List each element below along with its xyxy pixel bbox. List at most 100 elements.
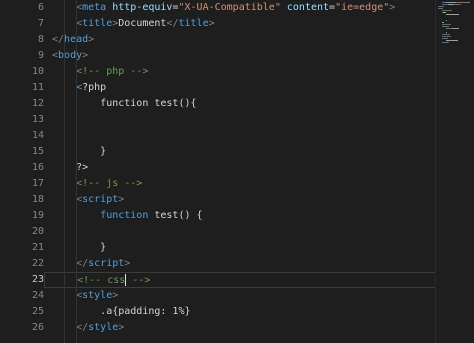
code-editor[interactable]: 6 7 8 9 10 11 12 13 14 15 16 17 18 19 20 21 22 23 24 25 26 <…: [0, 0, 474, 343]
token-attr: content: [286, 2, 330, 13]
line-number: 24: [31, 290, 44, 301]
token-attr: http-equiv: [112, 2, 173, 13]
token-comment: <!-- php -->: [76, 66, 149, 77]
token-punc: >: [112, 290, 119, 301]
line-number: 14: [31, 130, 44, 141]
token-tag: style: [88, 322, 119, 333]
minimap-token: [452, 28, 459, 29]
code-line[interactable]: <script>: [44, 192, 434, 208]
token-comment: -->: [126, 275, 151, 286]
minimap-token: [448, 42, 449, 43]
token-punc: >: [389, 2, 396, 13]
indent-guide: [76, 0, 78, 343]
minimap-token: [446, 20, 447, 21]
code-area[interactable]: <meta http-equiv="X-UA-Compatible" conte…: [44, 0, 436, 343]
minimap-token: [446, 14, 459, 15]
code-line[interactable]: }: [44, 144, 434, 160]
token-str: "ie=edge": [335, 2, 390, 13]
line-number: 7: [37, 18, 44, 29]
code-line[interactable]: </script>: [44, 256, 434, 272]
token-punc: </: [76, 322, 89, 333]
token-punc: >: [208, 18, 215, 29]
token-text: Document: [118, 18, 167, 29]
line-number: 19: [31, 210, 44, 221]
minimap-token: [443, 12, 446, 13]
line-number: 9: [37, 50, 44, 61]
token-str: "X-UA-Compatible": [178, 2, 281, 13]
line-number: 21: [31, 242, 44, 253]
minimap-token: [442, 8, 443, 9]
line-number: 10: [31, 66, 44, 77]
line-number: 26: [31, 322, 44, 333]
token-punc: >: [124, 258, 131, 269]
code-line[interactable]: }: [44, 240, 434, 256]
code-line[interactable]: .a{padding: 1%}: [44, 304, 434, 320]
token-tag: title: [82, 18, 113, 29]
minimap-token: [443, 6, 444, 7]
line-number-gutter: 6 7 8 9 10 11 12 13 14 15 16 17 18 19 20 21 22 23 24 25 26: [0, 0, 44, 343]
code-line[interactable]: ?>: [44, 160, 434, 176]
token-text: ?>: [76, 162, 89, 173]
minimap-token: [446, 32, 447, 33]
token-punc: </: [76, 258, 89, 269]
line-number: 18: [31, 194, 44, 205]
code-line[interactable]: </head>: [44, 32, 434, 48]
token-text: }: [100, 146, 107, 157]
token-comment: <!-- js -->: [76, 178, 143, 189]
code-line[interactable]: <style>: [44, 288, 434, 304]
code-line[interactable]: <title>Document</title>: [44, 16, 434, 32]
code-line[interactable]: <?php: [44, 80, 434, 96]
token-comment: <!-- css: [77, 275, 126, 286]
line-number: 11: [31, 82, 44, 93]
code-line[interactable]: function test(){: [44, 96, 434, 112]
token-punc: >: [118, 194, 125, 205]
code-line[interactable]: <meta http-equiv="X-UA-Compatible" conte…: [44, 0, 434, 16]
token-punc: </: [166, 18, 179, 29]
minimap-token: [446, 40, 458, 41]
minimap-token: [448, 36, 451, 37]
line-number: 15: [31, 146, 44, 157]
code-line[interactable]: <!-- js -->: [44, 176, 434, 192]
code-line[interactable]: <body>: [44, 48, 434, 64]
token-tag: function: [100, 210, 149, 221]
line-number: 23: [31, 274, 44, 285]
line-number: 13: [31, 114, 44, 125]
token-tag: script: [82, 194, 119, 205]
line-number: 20: [31, 226, 44, 237]
minimap[interactable]: [436, 0, 474, 343]
code-line[interactable]: </style>: [44, 320, 434, 336]
token-text: function test(){: [100, 98, 197, 109]
code-line[interactable]: function test() {: [44, 208, 434, 224]
token-tag: style: [82, 290, 113, 301]
code-line[interactable]: <!-- php -->: [44, 64, 434, 80]
minimap-token: [442, 24, 451, 25]
token-tag: script: [88, 258, 125, 269]
token-text: }: [100, 242, 107, 253]
minimap-token: [442, 10, 452, 11]
indent-guide: [64, 0, 66, 343]
code-line[interactable]: [44, 128, 434, 144]
token-text: ?php: [82, 82, 107, 93]
minimap-token: [447, 38, 448, 39]
token-punc: >: [82, 50, 89, 61]
line-number: 6: [37, 2, 44, 13]
line-number: 25: [31, 306, 44, 317]
code-line[interactable]: [44, 112, 434, 128]
token-tag: body: [58, 50, 83, 61]
minimap-token: [448, 26, 449, 27]
minimap-token: [447, 2, 455, 3]
code-line[interactable]: [44, 224, 434, 240]
line-number: 16: [31, 162, 44, 173]
token-punc: </: [52, 34, 65, 45]
token-tag: title: [178, 18, 209, 29]
minimap-token: [460, 4, 461, 5]
token-punc: >: [118, 322, 125, 333]
code-line[interactable]: <!-- css -->: [44, 272, 436, 288]
line-number: 17: [31, 178, 44, 189]
minimap-token: [449, 34, 450, 35]
minimap-token: [456, 2, 470, 3]
token-tag: meta: [82, 2, 107, 13]
line-number: 12: [31, 98, 44, 109]
line-number: 8: [37, 34, 44, 45]
